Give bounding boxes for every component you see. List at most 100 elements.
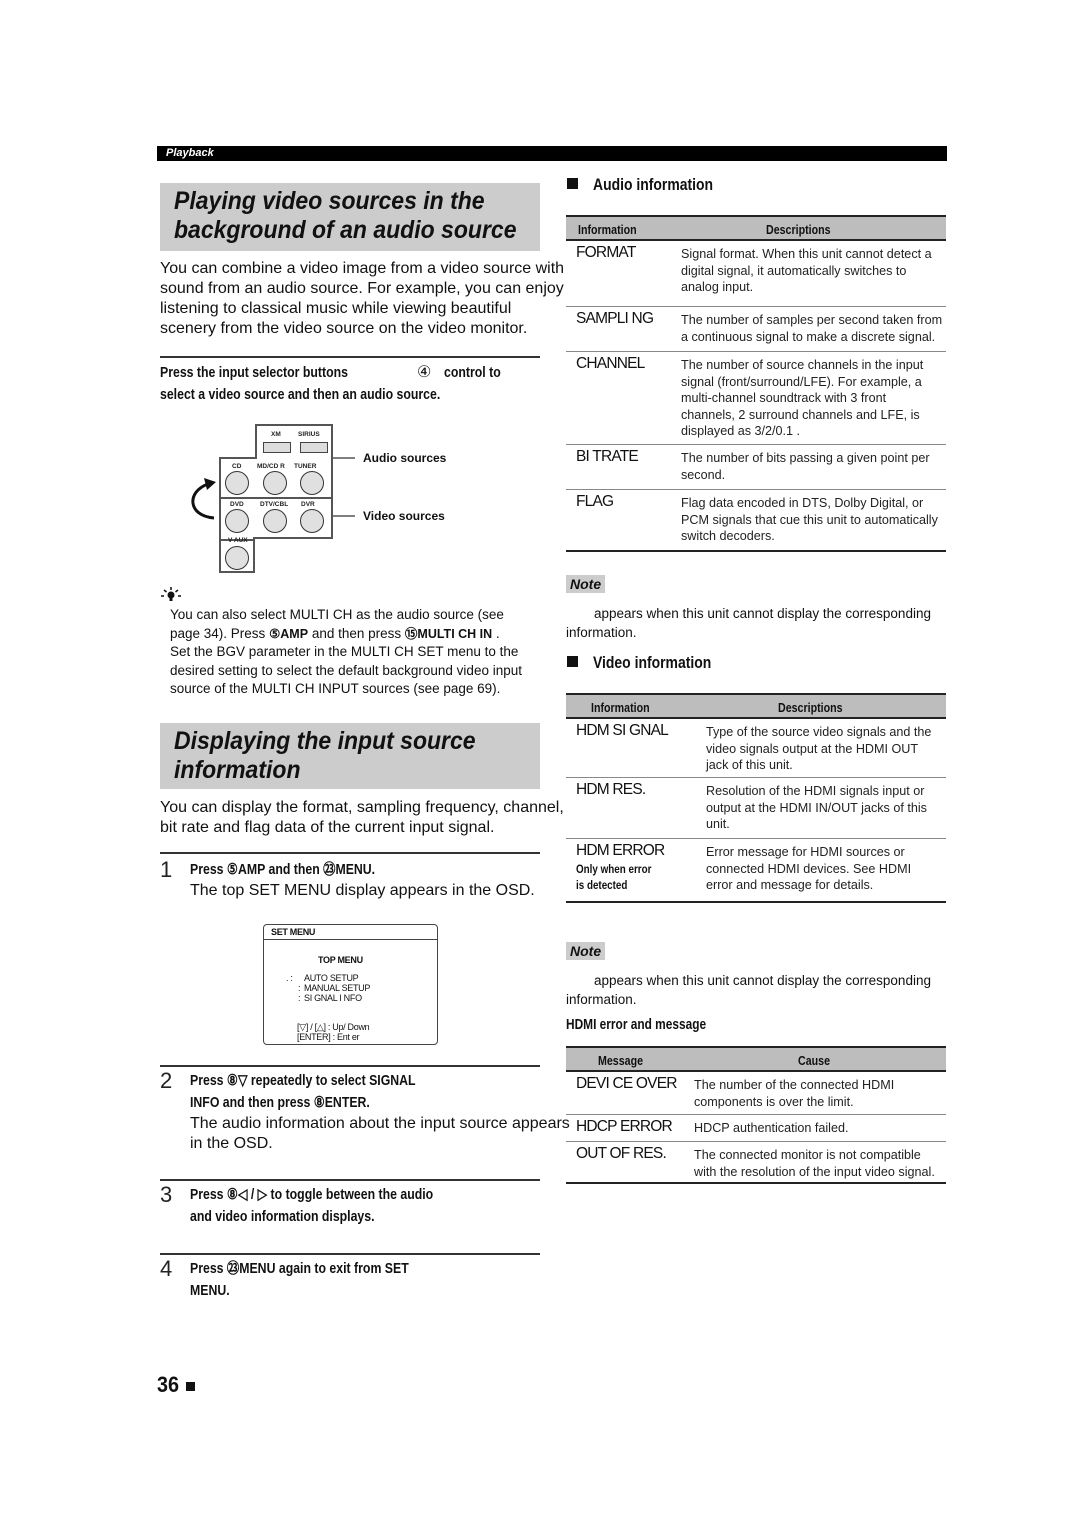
info-desc: The number of samples per second taken f… bbox=[681, 313, 943, 344]
button-label: DVD bbox=[230, 501, 244, 508]
error-message: HDCP ERROR bbox=[576, 1118, 673, 1135]
column-header: Information bbox=[591, 700, 650, 715]
osd-hint: [▽] / [△] : Up/ Down bbox=[297, 1022, 370, 1032]
tip-line: You can also select MULTI CH as the audi… bbox=[170, 607, 504, 622]
note-badge: Note bbox=[566, 575, 606, 594]
section2-intro: You can display the format, sampling fre… bbox=[160, 798, 580, 838]
section-header-bar: Playback bbox=[157, 146, 947, 161]
note-text: appears when this unit cannot display th… bbox=[566, 605, 966, 642]
instruction-text: select a video source and then an audio … bbox=[160, 386, 441, 403]
step-number: 1 bbox=[160, 857, 173, 882]
intro-line: sound from an audio source. For example,… bbox=[160, 280, 564, 297]
heading-text: Audio information bbox=[593, 175, 714, 194]
info-key: SAMPLI NG bbox=[576, 310, 654, 327]
error-cause: HDCP authentication failed. bbox=[694, 1121, 849, 1135]
video-info-table: Information Descriptions HDM SI GNAL Typ… bbox=[566, 693, 946, 903]
heading-text: Video information bbox=[593, 653, 712, 672]
info-key: FORMAT bbox=[576, 244, 636, 261]
hdmi-error-table: Message Cause DEVI CE OVER The number of… bbox=[566, 1046, 946, 1184]
tip-line: page 34). Press bbox=[170, 625, 266, 641]
error-message: OUT OF RES. bbox=[576, 1145, 667, 1162]
key-number: ④ bbox=[417, 364, 432, 381]
audio-info-table: Information Descriptions FORMAT Signal f… bbox=[566, 215, 946, 552]
osd-title: SET MENU bbox=[264, 925, 437, 940]
step-number: 2 bbox=[160, 1068, 173, 1093]
note-line: appears when this unit cannot display th… bbox=[594, 973, 931, 988]
tip-line: source of the MULTI CH INPUT sources (se… bbox=[170, 681, 501, 696]
step-1: 1 Press ⑤AMP and then ㉓MENU. The top SET… bbox=[160, 859, 560, 901]
tuner-button[interactable] bbox=[300, 471, 324, 495]
info-key: BI TRATE bbox=[576, 448, 639, 465]
step-4: 4 Press ㉓MENU again to exit from SET MEN… bbox=[160, 1258, 560, 1302]
info-desc: Flag data encoded in DTS, Dolby Digital,… bbox=[681, 496, 938, 543]
info-desc: The number of source channels in the inp… bbox=[681, 358, 924, 438]
intro-paragraph: You can combine a video image from a vid… bbox=[160, 259, 580, 339]
table-row: SAMPLI NG The number of samples per seco… bbox=[566, 307, 946, 352]
button-label: TUNER bbox=[294, 463, 317, 470]
error-message: DEVI CE OVER bbox=[576, 1075, 677, 1092]
step-heading: INFO and then press ⑧ENTER. bbox=[190, 1094, 370, 1111]
divider bbox=[160, 1179, 540, 1181]
table-row: HDM ERROR Only when error is detected Er… bbox=[566, 839, 946, 903]
button-label: CD bbox=[232, 463, 242, 470]
amp-key: ⑤AMP bbox=[269, 626, 309, 641]
instruction: Press the input selector buttons ④ contr… bbox=[160, 362, 560, 406]
title-line: background of an audio source bbox=[174, 216, 517, 244]
v-aux-button[interactable] bbox=[225, 546, 249, 570]
step-3: 3 Press ⑧◁ / ▷ to toggle between the aud… bbox=[160, 1184, 560, 1228]
intro-line: You can combine a video image from a vid… bbox=[160, 260, 565, 277]
intro-line: listening to classical music while viewi… bbox=[160, 300, 512, 317]
intro-line: You can display the format, sampling fre… bbox=[160, 799, 564, 816]
osd-hint: [ENTER] : Ent er bbox=[297, 1032, 360, 1042]
section-label: Playback bbox=[166, 147, 214, 159]
info-desc: Error message for HDMI sources or connect… bbox=[706, 845, 912, 892]
instruction-text: Press the input selector buttons bbox=[160, 364, 348, 381]
osd-menu-item[interactable]: MANUAL SETUP bbox=[304, 983, 370, 993]
osd-menu-item[interactable]: SI GNAL I NFO bbox=[304, 993, 362, 1003]
info-key-note: Only when error is detected bbox=[576, 862, 652, 892]
button-label: V AUX bbox=[228, 537, 248, 544]
table-row: DEVI CE OVER The number of the connected… bbox=[566, 1072, 946, 1115]
step-body: in the OSD. bbox=[190, 1135, 273, 1152]
osd-cursor: : bbox=[298, 993, 301, 1003]
column-header: Descriptions bbox=[778, 700, 843, 715]
multi-ch-in-key: ⑮MULTI CH IN bbox=[404, 626, 493, 641]
divider bbox=[160, 852, 540, 854]
divider bbox=[160, 1065, 540, 1067]
lightbulb-icon bbox=[160, 587, 182, 606]
table-header: Message Cause bbox=[566, 1046, 946, 1072]
md-cdr-button[interactable] bbox=[263, 471, 287, 495]
tip-text: You can also select MULTI CH as the audi… bbox=[170, 606, 570, 699]
osd-cursor: : bbox=[298, 983, 301, 993]
step-number: 3 bbox=[160, 1182, 173, 1207]
square-bullet-icon bbox=[567, 178, 578, 189]
divider bbox=[160, 356, 540, 358]
instruction-text: control to bbox=[444, 364, 501, 381]
xm-button[interactable] bbox=[263, 442, 291, 453]
table-row: OUT OF RES. The connected monitor is not… bbox=[566, 1142, 946, 1184]
title-line: information bbox=[174, 756, 301, 784]
table-row: CHANNEL The number of source channels in… bbox=[566, 352, 946, 445]
dvr-button[interactable] bbox=[300, 509, 324, 533]
info-key: FLAG bbox=[576, 493, 614, 510]
table-header: Information Descriptions bbox=[566, 693, 946, 719]
tip-line: and then press bbox=[311, 625, 402, 641]
step-2: 2 Press ⑧▽ repeatedly to select SIGNAL I… bbox=[160, 1070, 570, 1154]
osd-menu-item[interactable]: AUTO SETUP bbox=[304, 973, 359, 983]
note-label: Note bbox=[566, 575, 606, 593]
osd-cursor: . : bbox=[286, 973, 293, 983]
column-header: Cause bbox=[798, 1053, 831, 1068]
info-desc: The number of bits passing a given point… bbox=[681, 451, 930, 482]
note-line: appears when this unit cannot display th… bbox=[594, 606, 931, 621]
step-heading: Press ⑧◁ / ▷ to toggle between the audio bbox=[190, 1186, 434, 1203]
cd-button[interactable] bbox=[225, 471, 249, 495]
step-body: The audio information about the input so… bbox=[190, 1115, 570, 1132]
button-label: MD/CD R bbox=[257, 463, 285, 470]
intro-line: scenery from the video source on the vid… bbox=[160, 320, 528, 337]
video-sources-label: Video sources bbox=[363, 509, 445, 523]
sirius-button[interactable] bbox=[300, 442, 328, 453]
dvd-button[interactable] bbox=[225, 509, 249, 533]
dtv-cbl-button[interactable] bbox=[263, 509, 287, 533]
column-header: Information bbox=[578, 222, 637, 237]
table-row: HDM RES. Resolution of the HDMI signals … bbox=[566, 778, 946, 839]
